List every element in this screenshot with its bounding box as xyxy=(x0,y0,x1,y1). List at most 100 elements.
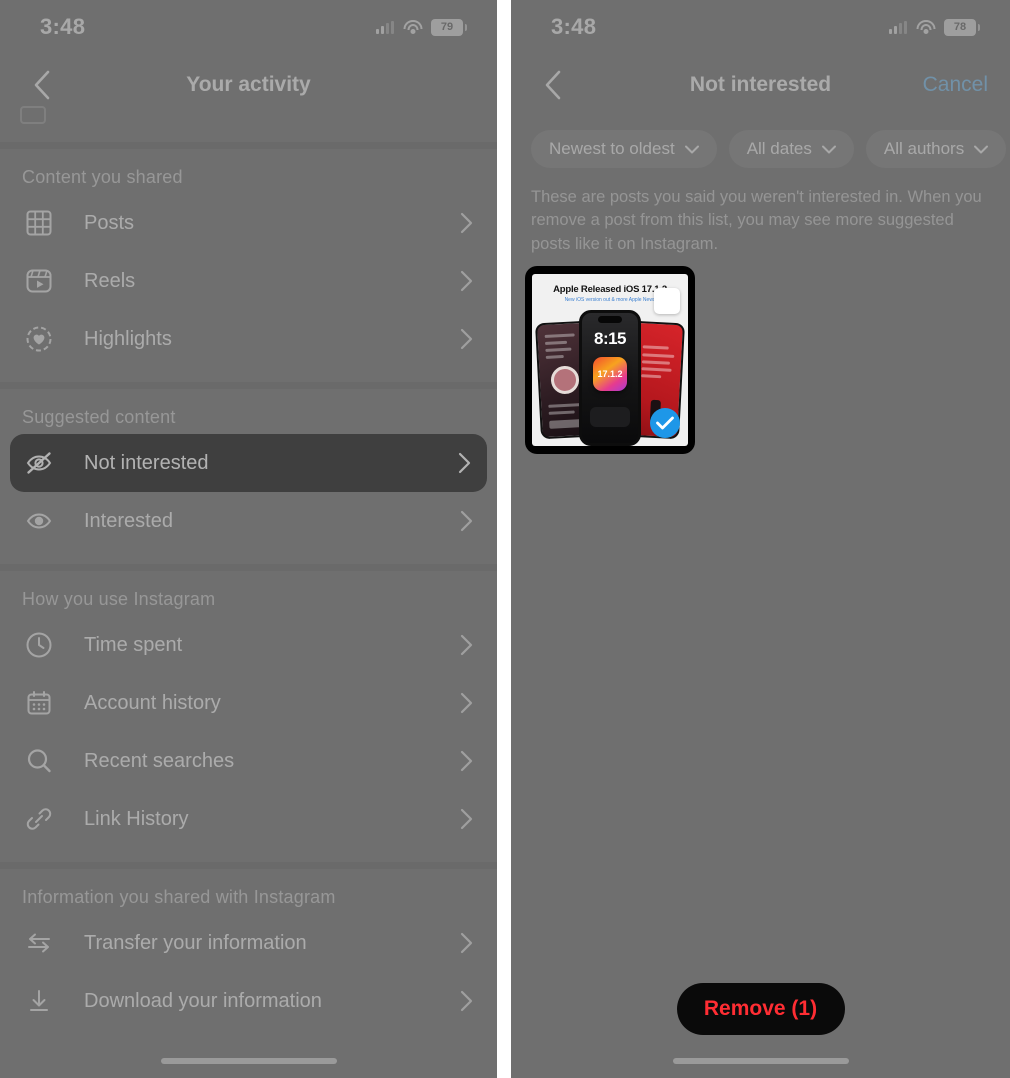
post-thumbnail[interactable]: Apple Released iOS 17.1.2 New iOS versio… xyxy=(532,274,688,447)
sidebar-item-label: Recent searches xyxy=(84,749,235,772)
section-divider xyxy=(0,564,497,571)
chevron-right-icon xyxy=(458,452,471,474)
ios-app-icon: 17.1.2 xyxy=(593,357,627,392)
sidebar-item-label: Transfer your information xyxy=(84,931,307,954)
section-how-you-use-instagram: How you use Instagram Time spent Account… xyxy=(0,571,497,862)
widget-pill xyxy=(590,407,630,428)
highlights-heart-icon xyxy=(22,322,56,356)
cellular-signal-icon xyxy=(889,20,907,34)
chevron-down-icon xyxy=(684,145,699,153)
right-phone-screen: 3:48 78 Not interested Cancel Newest to … xyxy=(511,0,1010,1078)
clock-icon xyxy=(22,628,56,662)
sidebar-item-recent-searches[interactable]: Recent searches xyxy=(0,732,497,790)
notch xyxy=(598,316,622,324)
sidebar-item-label: Time spent xyxy=(84,633,183,656)
status-time: 3:48 xyxy=(40,14,86,39)
chevron-left-icon xyxy=(545,70,561,100)
battery-level: 79 xyxy=(440,21,454,33)
section-divider xyxy=(0,862,497,869)
cancel-button[interactable]: Cancel xyxy=(923,73,988,97)
filter-label: Newest to oldest xyxy=(549,139,675,158)
post-grid: Apple Released iOS 17.1.2 New iOS versio… xyxy=(511,266,1010,455)
home-indicator xyxy=(511,1058,1010,1064)
panel-separator xyxy=(497,0,511,1078)
lockscreen-clock: 8:15 xyxy=(593,329,627,349)
status-time: 3:48 xyxy=(551,14,597,39)
sidebar-item-link-history[interactable]: Link History xyxy=(0,790,497,848)
sidebar-item-label: Posts xyxy=(84,211,135,234)
battery-level: 78 xyxy=(953,21,967,33)
sidebar-item-time-spent[interactable]: Time spent xyxy=(0,616,497,674)
chevron-right-icon xyxy=(460,510,473,532)
right-status-bar: 3:48 78 xyxy=(511,0,1010,54)
status-indicators: 78 xyxy=(889,18,980,36)
section-divider xyxy=(0,382,497,389)
section-header: Information you shared with Instagram xyxy=(22,887,336,907)
battery-icon: 78 xyxy=(944,18,980,36)
wifi-icon xyxy=(916,20,935,34)
section-header: How you use Instagram xyxy=(22,589,216,609)
link-icon xyxy=(22,802,56,836)
sidebar-item-not-interested[interactable]: Not interested xyxy=(10,434,487,492)
filter-dates[interactable]: All dates xyxy=(728,130,854,168)
sidebar-item-account-history[interactable]: Account history xyxy=(0,674,497,732)
avatar xyxy=(550,365,580,395)
back-button[interactable] xyxy=(533,65,573,105)
section-suggested-content: Suggested content Not interested Interes… xyxy=(0,389,497,564)
chevron-right-icon xyxy=(460,270,473,292)
back-button[interactable] xyxy=(22,65,62,105)
section-information-you-shared: Information you shared with Instagram Tr… xyxy=(0,869,497,1044)
right-nav-bar: Not interested Cancel xyxy=(511,54,1010,116)
filter-chip-row: Newest to oldest All dates All authors xyxy=(511,116,1010,174)
filter-sort-order[interactable]: Newest to oldest xyxy=(531,130,717,168)
left-scroll-content: Content you shared Posts Reels Highlight… xyxy=(0,106,497,1044)
remove-button-container: Remove (1) xyxy=(511,983,1010,1035)
chevron-right-icon xyxy=(460,932,473,954)
sidebar-item-posts[interactable]: Posts xyxy=(0,194,497,252)
chevron-right-icon xyxy=(460,808,473,830)
grid-icon xyxy=(22,206,56,240)
filter-label: All dates xyxy=(746,139,812,158)
chevron-down-icon xyxy=(821,145,836,153)
download-icon xyxy=(22,984,56,1018)
filter-label: All authors xyxy=(883,139,965,158)
sidebar-item-label: Not interested xyxy=(84,451,209,474)
sidebar-item-reels[interactable]: Reels xyxy=(0,252,497,310)
partial-icon xyxy=(20,106,46,124)
transfer-arrows-icon xyxy=(22,926,56,960)
sidebar-item-interested[interactable]: Interested xyxy=(0,492,497,550)
screenshot-stage: 3:48 79 Your activity Content you shared… xyxy=(0,0,1010,1078)
reels-icon xyxy=(22,264,56,298)
sidebar-item-label: Highlights xyxy=(84,327,172,350)
battery-icon: 79 xyxy=(431,18,467,36)
sidebar-item-transfer-your-information[interactable]: Transfer your information xyxy=(0,914,497,972)
chevron-right-icon xyxy=(460,634,473,656)
sidebar-item-download-your-information[interactable]: Download your information xyxy=(0,972,497,1030)
status-indicators: 79 xyxy=(376,18,467,36)
description-text: These are posts you said you weren't int… xyxy=(531,188,982,253)
sidebar-item-label: Interested xyxy=(84,509,173,532)
chevron-right-icon xyxy=(460,212,473,234)
section-header: Content you shared xyxy=(22,167,183,187)
search-icon xyxy=(22,744,56,778)
chevron-right-icon xyxy=(460,990,473,1012)
phone-mockup-center: 8:15 17.1.2 xyxy=(579,310,641,447)
chevron-right-icon xyxy=(460,692,473,714)
sidebar-item-label: Link History xyxy=(84,807,189,830)
partial-row-above xyxy=(0,106,497,142)
wifi-icon xyxy=(403,20,422,34)
sidebar-item-highlights[interactable]: Highlights xyxy=(0,310,497,368)
chevron-right-icon xyxy=(460,328,473,350)
filter-authors[interactable]: All authors xyxy=(865,130,1007,168)
sidebar-item-label: Account history xyxy=(84,691,221,714)
eye-icon xyxy=(22,504,56,538)
sidebar-item-label: Reels xyxy=(84,269,136,292)
eye-slash-icon xyxy=(22,446,56,480)
post-card[interactable]: Apple Released iOS 17.1.2 New iOS versio… xyxy=(525,266,695,455)
home-indicator xyxy=(0,1058,497,1064)
calendar-icon xyxy=(22,686,56,720)
thumbnail-white-card xyxy=(654,288,680,315)
chevron-down-icon xyxy=(974,145,989,153)
remove-button[interactable]: Remove (1) xyxy=(676,983,845,1035)
left-phone-screen: 3:48 79 Your activity Content you shared… xyxy=(0,0,497,1078)
